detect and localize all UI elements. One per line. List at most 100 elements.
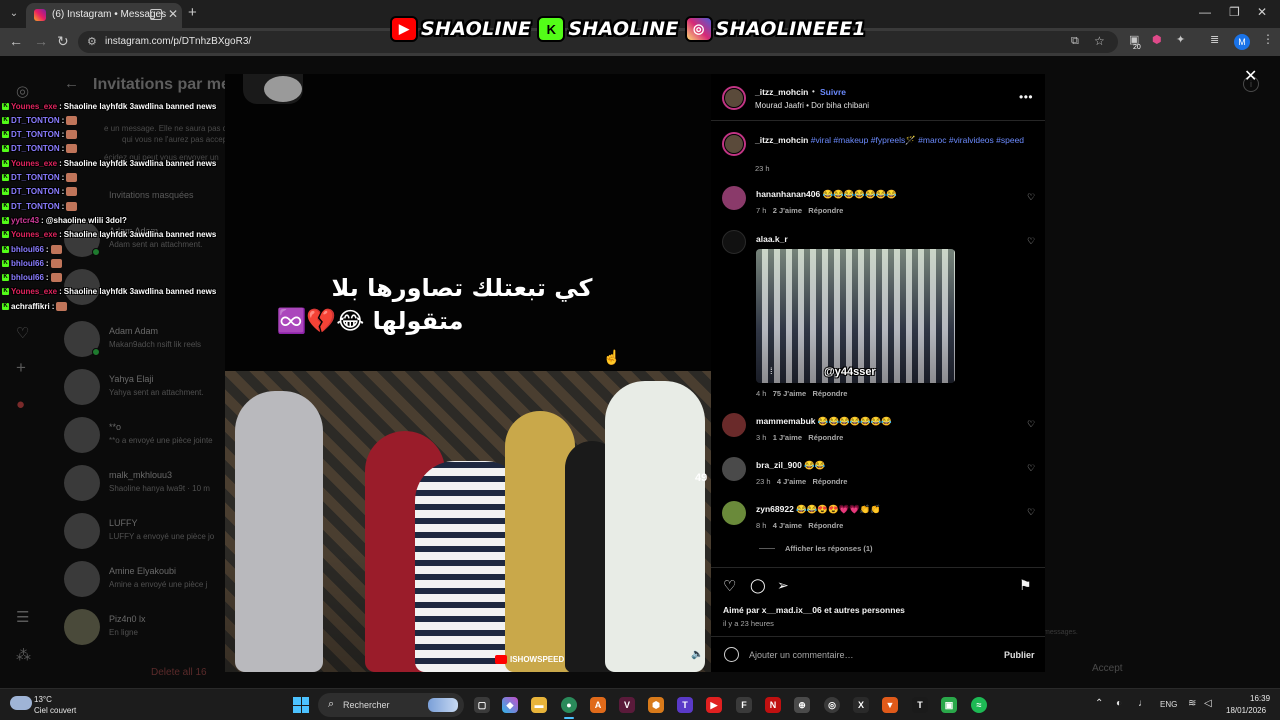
back-arrow-icon[interactable]: ← bbox=[64, 75, 79, 92]
comment-bubble-icon[interactable]: ◯ bbox=[750, 577, 766, 594]
create-plus-icon[interactable]: + bbox=[16, 358, 26, 378]
taskbar-search[interactable]: ⌕ Rechercher bbox=[318, 693, 464, 717]
caption-username[interactable]: _itzz_mohcin bbox=[755, 135, 808, 145]
publish-button[interactable]: Publier bbox=[1004, 650, 1035, 660]
clock-date[interactable]: 18/01/2026 bbox=[1226, 706, 1266, 715]
teams-icon[interactable]: T bbox=[677, 697, 693, 713]
comment-username[interactable]: zyn68922 bbox=[756, 504, 794, 514]
tray-app-icon[interactable]: ◐ bbox=[1116, 698, 1122, 709]
bookmark-star-icon[interactable]: ☆ bbox=[1094, 34, 1105, 48]
commenter-avatar[interactable] bbox=[722, 413, 746, 437]
app-green-icon[interactable]: ▣ bbox=[941, 697, 957, 713]
forward-arrow-icon[interactable]: → bbox=[34, 33, 48, 49]
file-explorer-icon[interactable]: ▬ bbox=[531, 697, 547, 713]
new-tab-plus-icon[interactable]: + bbox=[188, 4, 197, 21]
thread-item[interactable]: Piz4n0 lx En ligne bbox=[64, 609, 224, 649]
shield-extension-icon[interactable]: ⬢ bbox=[1152, 33, 1162, 46]
puzzle-extensions-icon[interactable]: ✦ bbox=[1176, 33, 1185, 46]
like-comment-heart-icon[interactable]: ♡ bbox=[1027, 507, 1035, 518]
commenter-avatar[interactable] bbox=[722, 457, 746, 481]
commenter-avatar[interactable] bbox=[722, 230, 746, 254]
url-text[interactable]: instagram.com/p/DTnhzBXgoR3/ bbox=[105, 36, 251, 47]
app-controller-icon[interactable]: ⊕ bbox=[794, 697, 810, 713]
comment-username[interactable]: hananhanan406 bbox=[756, 189, 820, 199]
author-avatar[interactable] bbox=[722, 86, 746, 110]
comment-input[interactable]: Ajouter un commentaire… bbox=[749, 650, 854, 660]
caption-avatar[interactable] bbox=[722, 132, 746, 156]
thread-item[interactable]: Amine Elyakoubi Amine a envoyé une pièce… bbox=[64, 561, 224, 601]
post-media[interactable]: كي تبعتلك تصاورها بلا متقولها 😂💔♾️ 49 IS… bbox=[225, 74, 711, 672]
comment-username[interactable]: bra_zil_900 bbox=[756, 460, 802, 470]
like-comment-heart-icon[interactable]: ♡ bbox=[1027, 419, 1035, 430]
profile-avatar-icon[interactable]: ● bbox=[16, 396, 25, 413]
instagram-logo-icon[interactable]: ◎ bbox=[16, 82, 29, 100]
reload-icon[interactable]: ↻ bbox=[57, 33, 69, 50]
caption-hashtags[interactable]: #viral #makeup #fypreels🪄 #maroc #viralv… bbox=[811, 135, 1024, 145]
chrome-icon[interactable]: ● bbox=[561, 697, 577, 713]
app-a-icon[interactable]: A bbox=[590, 697, 606, 713]
like-comment-heart-icon[interactable]: ♡ bbox=[1027, 463, 1035, 474]
comment-username[interactable]: alaa.k_r bbox=[756, 234, 788, 244]
commenter-avatar[interactable] bbox=[722, 501, 746, 525]
weather-temperature[interactable]: 13°C bbox=[34, 695, 52, 704]
app-fn-icon[interactable]: F bbox=[736, 697, 752, 713]
profile-avatar[interactable]: M bbox=[1234, 34, 1250, 50]
reply-button[interactable]: Répondre bbox=[808, 206, 843, 215]
comment-likes[interactable]: 75 J'aime bbox=[773, 389, 806, 398]
reply-button[interactable]: Répondre bbox=[812, 389, 847, 398]
clock-time[interactable]: 16:39 bbox=[1250, 694, 1270, 703]
tray-overflow-icon[interactable]: ⌃ bbox=[1095, 698, 1103, 709]
comment-image[interactable]: ⁞ @y44sser bbox=[756, 249, 955, 383]
thread-item[interactable]: Yahya Elaji Yahya sent an attachment. bbox=[64, 369, 224, 409]
commenter-avatar[interactable] bbox=[722, 186, 746, 210]
copilot-icon[interactable]: ◆ bbox=[502, 697, 518, 713]
thread-item[interactable]: malk_mkhlouu3 Shaoline hanya lwa9t · 10 … bbox=[64, 465, 224, 505]
reply-button[interactable]: Répondre bbox=[808, 521, 843, 530]
window-minimize-icon[interactable]: — bbox=[1199, 5, 1211, 19]
thread-item[interactable]: Adam Adam Makan9adch nsift lik reels bbox=[64, 321, 224, 361]
back-arrow-icon[interactable]: ← bbox=[9, 33, 23, 49]
thread-item[interactable]: **o **o a envoyé une pièce jointe bbox=[64, 417, 224, 457]
brave-icon[interactable]: ▼ bbox=[882, 697, 898, 713]
install-app-icon[interactable]: ⧉ bbox=[1071, 35, 1079, 48]
like-comment-heart-icon[interactable]: ♡ bbox=[1027, 192, 1035, 203]
meta-apps-icon[interactable]: ⁂ bbox=[16, 646, 31, 664]
comment-likes[interactable]: 4 J'aime bbox=[777, 477, 806, 486]
reading-list-icon[interactable]: ≣ bbox=[1210, 33, 1219, 46]
app-circle-icon[interactable]: ◎ bbox=[824, 697, 840, 713]
delete-all-button[interactable]: Delete all 16 bbox=[151, 667, 207, 678]
site-info-icon[interactable]: ⚙ bbox=[87, 35, 97, 48]
thread-item[interactable]: LUFFY LUFFY a envoyé une pièce jo bbox=[64, 513, 224, 553]
browser-tab-instagram[interactable]: (6) Instagram • Messages ✕ bbox=[26, 3, 182, 28]
show-replies-button[interactable]: Afficher les réponses (1) bbox=[785, 544, 873, 553]
window-restore-icon[interactable]: ❐ bbox=[1229, 5, 1240, 19]
comment-username[interactable]: mammemabuk bbox=[756, 416, 816, 426]
close-modal-icon[interactable]: ✕ bbox=[1244, 66, 1257, 86]
browser-menu-icon[interactable]: ⋮ bbox=[1262, 32, 1274, 46]
accept-button[interactable]: Accept bbox=[1092, 663, 1123, 674]
app-v-icon[interactable]: V bbox=[619, 697, 635, 713]
microphone-icon[interactable]: ♩ bbox=[1138, 698, 1148, 709]
volume-icon[interactable]: ◁ bbox=[1204, 698, 1212, 709]
spotify-icon[interactable]: ≈ bbox=[971, 697, 987, 713]
window-close-icon[interactable]: ✕ bbox=[1257, 5, 1267, 19]
xm-icon[interactable]: X bbox=[853, 697, 869, 713]
audio-track[interactable]: Mourad Jaafri • Dor biha chibani bbox=[755, 101, 869, 110]
notifications-heart-icon[interactable]: ♡ bbox=[16, 324, 29, 342]
hidden-invitations-link[interactable]: Invitations masquées bbox=[109, 190, 194, 200]
weather-description[interactable]: Ciel couvert bbox=[34, 706, 76, 715]
follow-button[interactable]: Suivre bbox=[820, 87, 846, 97]
more-menu-icon[interactable]: ☰ bbox=[16, 608, 29, 626]
comment-likes[interactable]: 1 J'aime bbox=[773, 433, 802, 442]
save-bookmark-icon[interactable]: ⚑ bbox=[1019, 577, 1032, 594]
emoji-picker-icon[interactable] bbox=[724, 647, 739, 662]
tab-search-menu-icon[interactable]: ⌄ bbox=[6, 6, 22, 22]
app-shield-icon[interactable]: ⬢ bbox=[648, 697, 664, 713]
author-username[interactable]: _itzz_mohcin bbox=[755, 87, 808, 97]
task-view-icon[interactable]: ▢ bbox=[474, 697, 490, 713]
tab-close-icon[interactable]: ✕ bbox=[168, 7, 178, 21]
reply-button[interactable]: Répondre bbox=[812, 477, 847, 486]
wifi-icon[interactable]: ≋ bbox=[1188, 698, 1196, 709]
audio-toggle[interactable] bbox=[243, 74, 303, 104]
like-comment-heart-icon[interactable]: ♡ bbox=[1027, 236, 1035, 247]
